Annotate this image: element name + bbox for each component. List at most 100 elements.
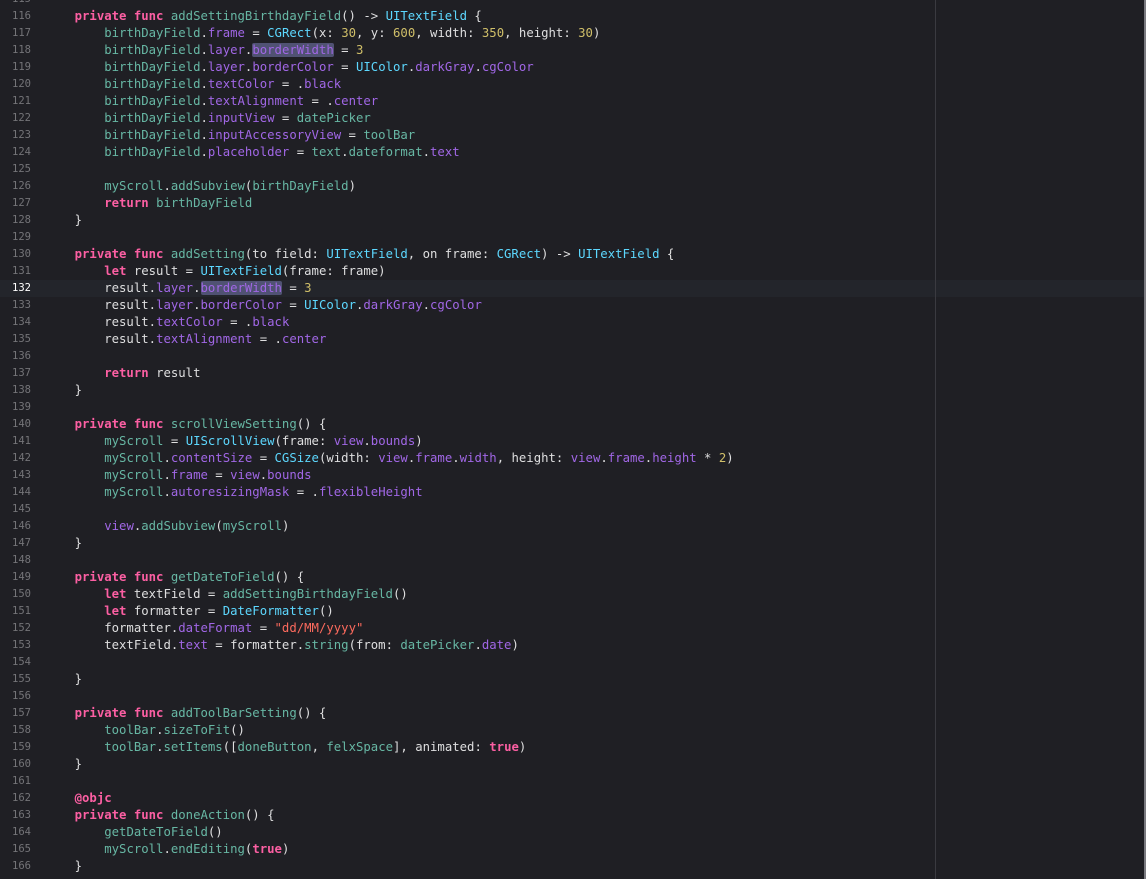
line-number: 164: [12, 826, 31, 838]
code-line[interactable]: 135 result.textAlignment = .center: [0, 331, 1146, 348]
line-number: 144: [12, 486, 31, 498]
code-line[interactable]: 139: [0, 399, 1146, 416]
code-line[interactable]: 126 myScroll.addSubview(birthDayField): [0, 178, 1146, 195]
code-line[interactable]: 118 birthDayField.layer.borderWidth = 3: [0, 42, 1146, 59]
line-number: 154: [12, 656, 31, 668]
code-line[interactable]: 133 result.layer.borderColor = UIColor.d…: [0, 297, 1146, 314]
code-line[interactable]: 117 birthDayField.frame = CGRect(x: 30, …: [0, 25, 1146, 42]
code-line[interactable]: 127 return birthDayField: [0, 195, 1146, 212]
code-token: 3: [304, 281, 312, 295]
code-line[interactable]: 120 birthDayField.textColor = .black: [0, 76, 1146, 93]
code-token: black: [252, 315, 290, 329]
code-text-area[interactable]: 115116 private func addSettingBirthdayFi…: [0, 0, 1146, 879]
code-line[interactable]: 153 textField.text = formatter.string(fr…: [0, 637, 1146, 654]
code-token: (): [207, 825, 223, 839]
code-line[interactable]: 129: [0, 229, 1146, 246]
code-token: =: [289, 145, 312, 159]
code-token: }: [45, 536, 83, 550]
code-line[interactable]: 143 myScroll.frame = view.bounds: [0, 467, 1146, 484]
code-line[interactable]: 138 }: [0, 382, 1146, 399]
code-line[interactable]: 148: [0, 552, 1146, 569]
line-number: 135: [12, 333, 31, 345]
code-text: result.textColor = .black: [45, 314, 289, 331]
code-token: text: [430, 145, 460, 159]
line-number: 120: [12, 78, 31, 90]
code-line[interactable]: 124 birthDayField.placeholder = text.dat…: [0, 144, 1146, 161]
code-token: datePicker: [296, 111, 371, 125]
code-line[interactable]: 115: [0, 0, 1146, 8]
code-token: =: [163, 434, 186, 448]
code-line[interactable]: 155 }: [0, 671, 1146, 688]
code-line[interactable]: 159 toolBar.setItems([doneButton, felxSp…: [0, 739, 1146, 756]
code-token: = .: [274, 77, 305, 91]
code-text: private func addSettingBirthdayField() -…: [45, 8, 482, 25]
code-line[interactable]: 166 }: [0, 858, 1146, 875]
code-line[interactable]: 162 @objc: [0, 790, 1146, 807]
code-line[interactable]: 147 }: [0, 535, 1146, 552]
code-line[interactable]: 149 private func getDateToField() {: [0, 569, 1146, 586]
code-token: myScroll: [104, 842, 164, 856]
code-line[interactable]: 145: [0, 501, 1146, 518]
code-line[interactable]: 131 let result = UITextField(frame: fram…: [0, 263, 1146, 280]
code-line[interactable]: 137 return result: [0, 365, 1146, 382]
line-number: 124: [12, 146, 31, 158]
code-token: scrollViewSetting: [170, 417, 297, 431]
code-line[interactable]: 154: [0, 654, 1146, 671]
code-line[interactable]: 160 }: [0, 756, 1146, 773]
code-line[interactable]: 130 private func addSetting(to field: UI…: [0, 246, 1146, 263]
code-token: birthDayField: [104, 145, 201, 159]
code-line[interactable]: 134 result.textColor = .black: [0, 314, 1146, 331]
code-token: textColor: [156, 315, 223, 329]
code-line[interactable]: 119 birthDayField.layer.borderColor = UI…: [0, 59, 1146, 76]
code-line[interactable]: 116 private func addSettingBirthdayField…: [0, 8, 1146, 25]
line-number: 152: [12, 622, 31, 634]
code-token: addSetting: [170, 247, 245, 261]
code-token: result.: [45, 332, 157, 346]
code-token: frame: [207, 26, 245, 40]
code-line[interactable]: 165 myScroll.endEditing(true): [0, 841, 1146, 858]
code-line[interactable]: 128 }: [0, 212, 1146, 229]
code-text: view.addSubview(myScroll): [45, 518, 289, 535]
line-number: 129: [12, 231, 31, 243]
code-token: "dd/MM/yyyy": [274, 621, 364, 635]
code-line[interactable]: 146 view.addSubview(myScroll): [0, 518, 1146, 535]
code-token: myScroll: [222, 519, 282, 533]
code-line[interactable]: 161: [0, 773, 1146, 790]
code-line[interactable]: 125: [0, 161, 1146, 178]
code-token: ): [518, 740, 527, 754]
code-line[interactable]: 141 myScroll = UIScrollView(frame: view.…: [0, 433, 1146, 450]
code-editor[interactable]: 115116 private func addSettingBirthdayFi…: [0, 0, 1146, 879]
code-line[interactable]: 150 let textField = addSettingBirthdayFi…: [0, 586, 1146, 603]
code-line[interactable]: 142 myScroll.contentSize = CGSize(width:…: [0, 450, 1146, 467]
code-token: date: [481, 638, 512, 652]
code-line[interactable]: 136: [0, 348, 1146, 365]
code-line[interactable]: 156: [0, 688, 1146, 705]
code-token: inputAccessoryView: [207, 128, 342, 142]
code-line[interactable]: 151 let formatter = DateFormatter(): [0, 603, 1146, 620]
code-token: birthDayField: [252, 179, 349, 193]
code-token: 30: [341, 26, 356, 40]
code-line[interactable]: 132 result.layer.borderWidth = 3: [0, 280, 1146, 297]
line-number: 139: [12, 401, 31, 413]
code-token: .: [193, 298, 201, 312]
code-line[interactable]: 163 private func doneAction() {: [0, 807, 1146, 824]
code-line[interactable]: 140 private func scrollViewSetting() {: [0, 416, 1146, 433]
code-line[interactable]: 144 myScroll.autoresizingMask = .flexibl…: [0, 484, 1146, 501]
code-token: formatter =: [133, 604, 223, 618]
code-line[interactable]: 157 private func addToolBarSetting() {: [0, 705, 1146, 722]
code-token: placeholder: [207, 145, 290, 159]
line-number: 153: [12, 639, 31, 651]
code-token: frame: [170, 468, 208, 482]
code-line[interactable]: 123 birthDayField.inputAccessoryView = t…: [0, 127, 1146, 144]
code-token: ): [348, 179, 356, 193]
code-token: darkGray: [363, 298, 423, 312]
code-line[interactable]: 164 getDateToField(): [0, 824, 1146, 841]
code-token: .: [474, 60, 482, 74]
code-line[interactable]: 152 formatter.dateFormat = "dd/MM/yyyy": [0, 620, 1146, 637]
code-text: myScroll.frame = view.bounds: [45, 467, 311, 484]
code-line[interactable]: 158 toolBar.sizeToFit(): [0, 722, 1146, 739]
code-line[interactable]: 121 birthDayField.textAlignment = .cente…: [0, 93, 1146, 110]
code-line[interactable]: 122 birthDayField.inputView = datePicker: [0, 110, 1146, 127]
